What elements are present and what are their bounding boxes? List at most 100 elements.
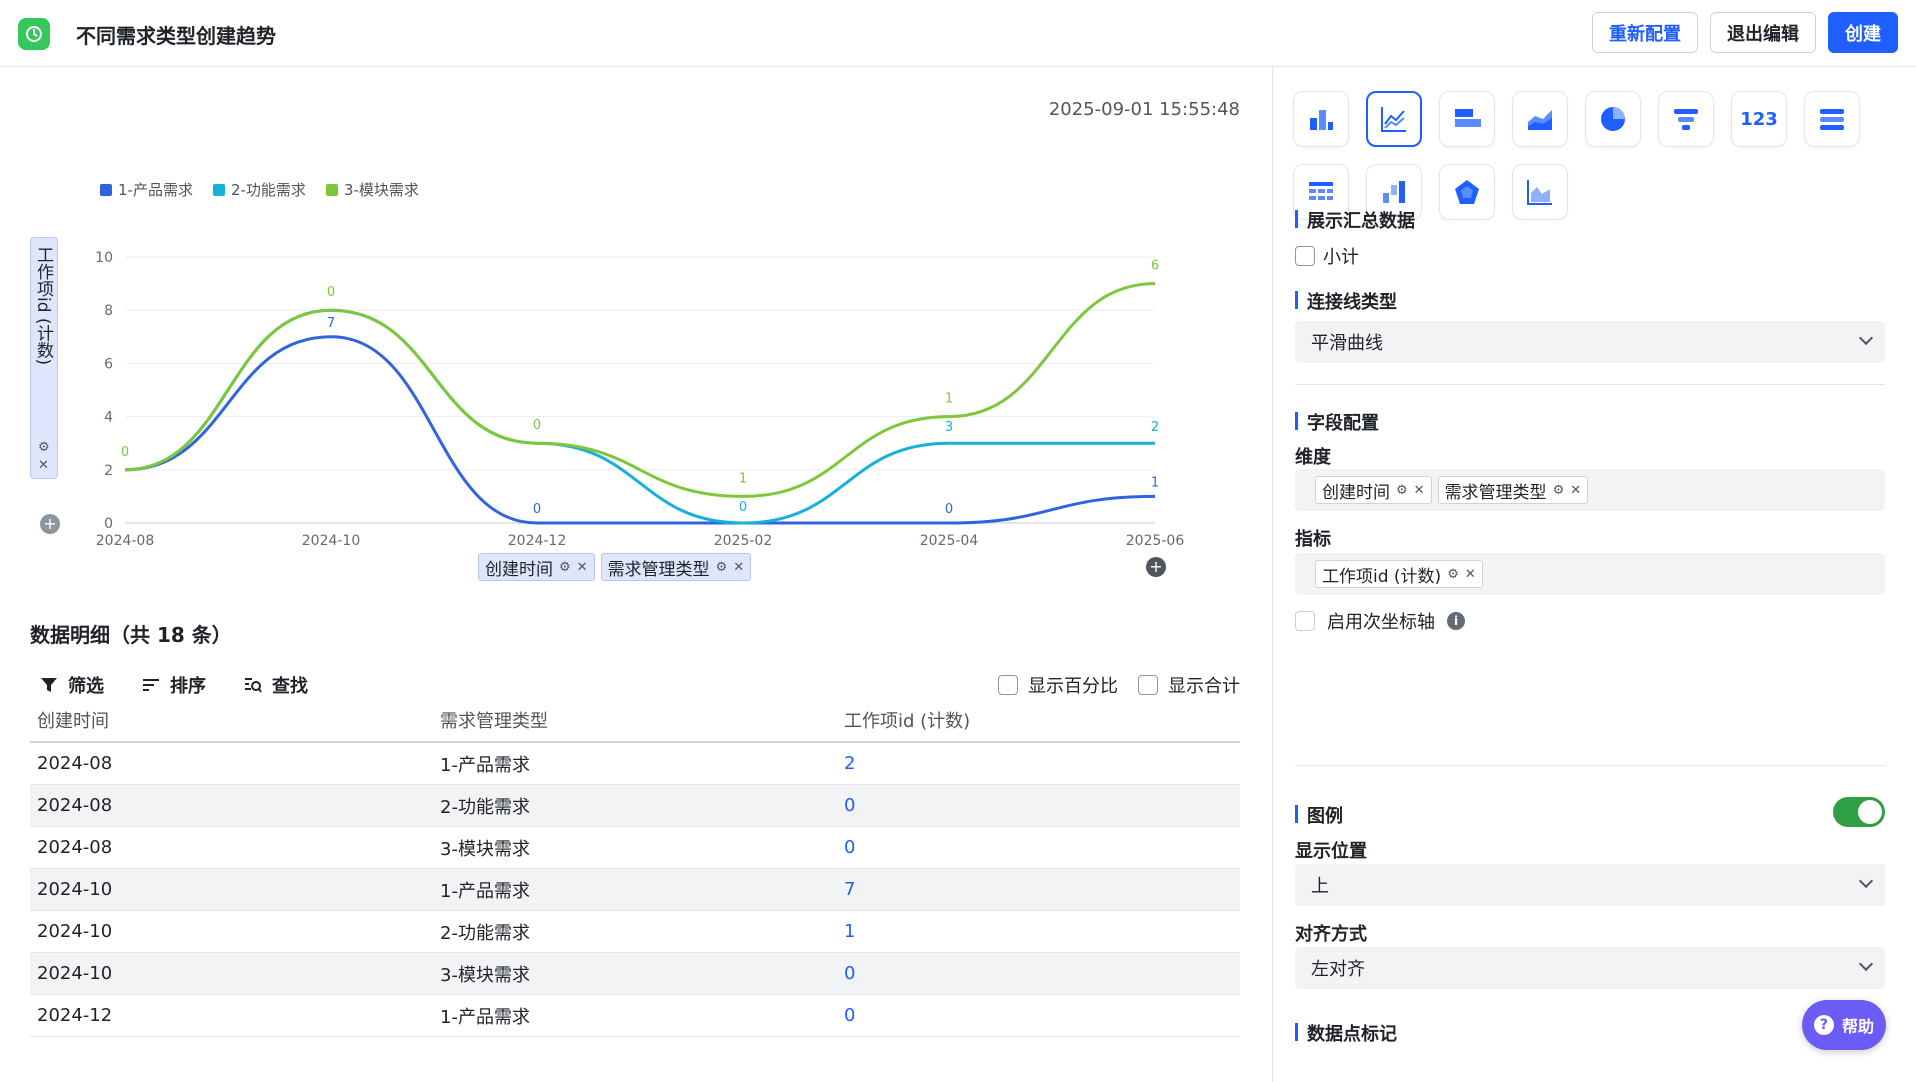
data-label: 2 [1151, 420, 1159, 435]
cell: 2-功能需求 [440, 922, 530, 944]
reconfigure-button[interactable]: 重新配置 [1592, 12, 1698, 53]
cell: 2024-10 [37, 963, 113, 984]
close-icon[interactable]: ✕ [38, 458, 49, 473]
table-row: 2024-08 1-产品需求 2 [30, 743, 1240, 785]
subtotal-checkbox[interactable]: 小计 [1295, 243, 1359, 269]
cell: 0 [844, 795, 856, 816]
y-tick-label: 8 [104, 303, 113, 319]
position-label: 显示位置 [1295, 841, 1367, 862]
horizontal-bar-icon[interactable] [1439, 91, 1495, 147]
area-chart-icon[interactable] [1512, 91, 1568, 147]
number-card-icon[interactable]: 123 [1731, 91, 1787, 147]
info-icon[interactable]: i [1447, 612, 1465, 630]
legend-align-value: 左对齐 [1311, 959, 1365, 980]
cell: 1 [844, 921, 856, 942]
legend-item[interactable]: 3-模块需求 [325, 179, 419, 200]
bar-chart-icon[interactable] [1293, 91, 1349, 147]
checkbox[interactable] [1295, 246, 1315, 266]
metric-pill[interactable]: 工作项id (计数) ⚙ ✕ [1315, 560, 1483, 588]
line-type-section-title: 连接线类型 [1295, 288, 1397, 314]
close-icon[interactable]: ✕ [1570, 483, 1581, 498]
x-field-pill[interactable]: 需求管理类型 ⚙ ✕ [600, 553, 752, 581]
metric-field-box[interactable]: 工作项id (计数) ⚙ ✕ [1295, 553, 1885, 595]
dimension-label: 维度 [1295, 447, 1331, 468]
add-x-field-icon[interactable]: + [1146, 557, 1166, 577]
series-line [124, 335, 1156, 525]
divider [1295, 765, 1885, 766]
cell: 2 [844, 753, 856, 774]
data-label: 0 [327, 285, 335, 300]
legend-align-select[interactable]: 左对齐 [1295, 947, 1885, 989]
y-tick-label: 2 [104, 463, 113, 479]
gear-icon[interactable]: ⚙ [1553, 483, 1565, 498]
combo-chart-icon[interactable] [1512, 164, 1568, 220]
dimension-pill-label: 创建时间 [1322, 482, 1390, 503]
table-row: 2024-10 3-模块需求 0 [30, 953, 1240, 995]
legend-toggle[interactable] [1833, 797, 1885, 827]
add-y-field-icon[interactable]: + [40, 514, 60, 534]
gear-icon[interactable]: ⚙ [1396, 483, 1408, 498]
dimension-pill[interactable]: 需求管理类型 ⚙ ✕ [1437, 476, 1589, 504]
top-bar: 不同需求类型创建趋势 重新配置 退出编辑 创建 [0, 0, 1916, 67]
data-label: 0 [533, 418, 541, 433]
column-header[interactable]: 创建时间 [30, 707, 434, 733]
exit-edit-button[interactable]: 退出编辑 [1710, 12, 1816, 53]
legend-item[interactable]: 1-产品需求 [100, 179, 193, 200]
x-tick-label: 2025-04 [920, 533, 979, 547]
dimension-pill[interactable]: 创建时间 ⚙ ✕ [1315, 476, 1432, 504]
dimension-field-box[interactable]: 创建时间 ⚙ ✕ 需求管理类型 ⚙ ✕ [1295, 469, 1885, 511]
summary-section-title: 展示汇总数据 [1295, 207, 1415, 233]
data-table: 创建时间 需求管理类型 工作项id (计数) 2024-08 1-产品需求 2 20… [30, 699, 1240, 1037]
line-chart-icon[interactable] [1366, 91, 1422, 147]
list-chart-icon[interactable] [1804, 91, 1860, 147]
gear-icon[interactable]: ⚙ [38, 440, 50, 455]
markers-section-title: 数据点标记 [1295, 1020, 1397, 1046]
cell: 7 [844, 879, 856, 900]
dimension-pill-label: 需求管理类型 [1444, 482, 1547, 503]
gear-icon[interactable]: ⚙ [1447, 567, 1459, 582]
legend-position-select[interactable]: 上 [1295, 864, 1885, 906]
show-percent-label: 显示百分比 [1028, 676, 1118, 697]
close-icon[interactable]: ✕ [1465, 567, 1476, 582]
legend-swatch [212, 183, 225, 196]
y-axis-field-label: 工作项id (计数) [33, 246, 53, 366]
cell: 2024-12 [37, 1005, 113, 1026]
table-row: 2024-08 3-模块需求 0 [30, 827, 1240, 869]
funnel-chart-icon[interactable] [1658, 91, 1714, 147]
search-button[interactable]: 查找 [244, 672, 308, 698]
show-percent-toggle[interactable]: 显示百分比 [998, 672, 1118, 698]
create-button[interactable]: 创建 [1828, 12, 1898, 53]
checkbox[interactable] [1295, 611, 1315, 631]
radar-chart-icon[interactable] [1439, 164, 1495, 220]
line-chart: 02468102024-08 2024-10 2024-12 2025-02 2025-… [95, 250, 1185, 547]
close-icon[interactable]: ✕ [733, 560, 744, 575]
pie-chart-icon[interactable] [1585, 91, 1641, 147]
checkbox[interactable] [1138, 675, 1158, 695]
table-toolbar: 筛选 排序 查找 [40, 672, 308, 698]
column-header[interactable]: 需求管理类型 [434, 707, 838, 733]
close-icon[interactable]: ✕ [1414, 483, 1425, 498]
gear-icon[interactable]: ⚙ [716, 560, 728, 575]
legend-swatch [325, 183, 338, 196]
y-axis-field-pill[interactable]: 工作项id (计数) ⚙ ✕ [30, 237, 58, 479]
help-button[interactable]: ? 帮助 [1802, 1000, 1886, 1050]
column-header[interactable]: 工作项id (计数) [838, 707, 1238, 733]
secondary-axis-checkbox[interactable]: 启用次坐标轴 i [1295, 608, 1465, 634]
line-type-value: 平滑曲线 [1311, 333, 1383, 354]
gear-icon[interactable]: ⚙ [559, 560, 571, 575]
close-icon[interactable]: ✕ [577, 560, 588, 575]
sort-button[interactable]: 排序 [142, 672, 206, 698]
legend-label: 3-模块需求 [343, 181, 419, 199]
toggle-knob [1858, 800, 1882, 824]
checkbox[interactable] [998, 675, 1018, 695]
legend-item[interactable]: 2-功能需求 [212, 179, 306, 200]
cell: 2024-10 [37, 921, 113, 942]
legend-swatch [100, 183, 112, 196]
x-field-pill[interactable]: 创建时间 ⚙ ✕ [478, 553, 595, 581]
x-tick-label: 2025-06 [1126, 533, 1185, 547]
filter-button[interactable]: 筛选 [40, 672, 104, 698]
show-total-toggle[interactable]: 显示合计 [1138, 672, 1240, 698]
y-tick-label: 6 [104, 356, 113, 372]
field-config-section-title: 字段配置 [1295, 409, 1379, 435]
line-type-select[interactable]: 平滑曲线 [1295, 321, 1885, 363]
